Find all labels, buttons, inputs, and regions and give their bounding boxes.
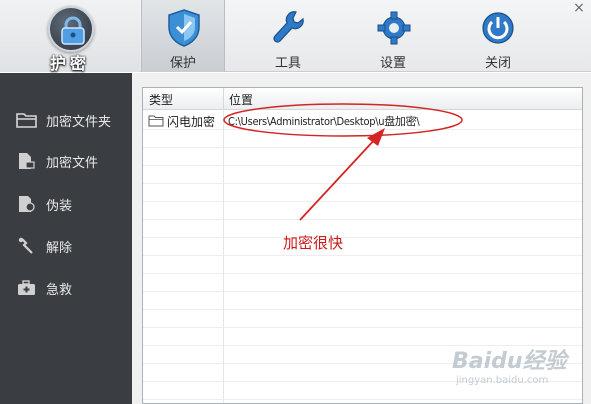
sidebar-item-encrypt-file[interactable]: 加密文件 [0, 147, 132, 175]
sidebar-item-unlock[interactable]: 解除 [0, 232, 132, 260]
top-toolbar: 护密 保护 工具 设置 关闭 × [0, 0, 591, 73]
sidebar-item-label: 伪装 [46, 199, 73, 214]
tab-settings[interactable]: 设置 [351, 0, 435, 72]
row-path: C:\Users\Administrator\Desktop\u盘加密\ [228, 115, 420, 128]
folder-icon [16, 113, 37, 128]
column-divider [223, 88, 224, 110]
sidebar-item-disguise[interactable]: 伪装 [0, 190, 132, 218]
tab-close[interactable]: 关闭 [456, 0, 540, 72]
app-logo-label: 护密 [49, 54, 90, 73]
column-divider [223, 110, 224, 403]
list-header: 类型 位置 [143, 88, 582, 110]
tab-protect-label: 保护 [169, 56, 196, 71]
grid-line [143, 291, 582, 292]
sidebar-item-label: 加密文件 [46, 156, 99, 171]
watermark-line-2: jingyan.baidu.com [456, 375, 549, 386]
column-header-location[interactable]: 位置 [229, 91, 253, 108]
tab-tools-label: 工具 [274, 56, 301, 71]
grid-line [143, 201, 582, 202]
sidebar-item-label: 急救 [46, 283, 73, 298]
baidu-watermark: Baidu经验 jingyan.baidu.com [452, 341, 584, 393]
sidebar: 加密文件夹 加密文件 伪装 解除 急救 [0, 73, 132, 404]
sidebar-item-first-aid[interactable]: 急救 [0, 274, 132, 302]
window-close-icon[interactable]: × [571, 0, 587, 16]
grid-line [143, 147, 582, 148]
annotation-text: 加密很快 [283, 234, 344, 252]
sidebar-item-label: 解除 [46, 241, 73, 256]
folder-icon [148, 115, 164, 127]
grid-line [143, 219, 582, 220]
grid-line [143, 255, 582, 256]
app-logo: 护密 [0, 0, 140, 73]
first-aid-icon [18, 280, 35, 295]
shield-icon [168, 9, 200, 47]
grid-line [143, 327, 582, 328]
grid-line [143, 273, 582, 274]
tab-settings-label: 设置 [379, 56, 406, 71]
grid-line [143, 165, 582, 166]
lock-logo-icon [48, 6, 94, 52]
grid-line [143, 309, 582, 310]
row-type: 闪电加密 [167, 115, 216, 129]
grid-line [143, 237, 582, 238]
column-header-type[interactable]: 类型 [149, 91, 173, 108]
grid-line [143, 183, 582, 184]
tab-tools[interactable]: 工具 [246, 0, 330, 72]
grid-line [143, 399, 582, 400]
file-lock-icon [19, 153, 35, 169]
sidebar-item-label: 加密文件夹 [46, 115, 112, 130]
tab-protect[interactable]: 保护 [141, 0, 225, 72]
list-row[interactable]: 闪电加密 C:\Users\Administrator\Desktop\u盘加密… [143, 111, 582, 129]
power-icon [482, 12, 514, 44]
unlock-icon [18, 237, 33, 254]
sidebar-item-encrypt-folder[interactable]: 加密文件夹 [0, 106, 132, 134]
tab-close-label: 关闭 [484, 56, 511, 71]
wrench-icon [273, 11, 304, 43]
gear-icon [377, 11, 411, 45]
disguise-icon [19, 196, 35, 212]
watermark-line-1: Baidu经验 [452, 349, 567, 374]
